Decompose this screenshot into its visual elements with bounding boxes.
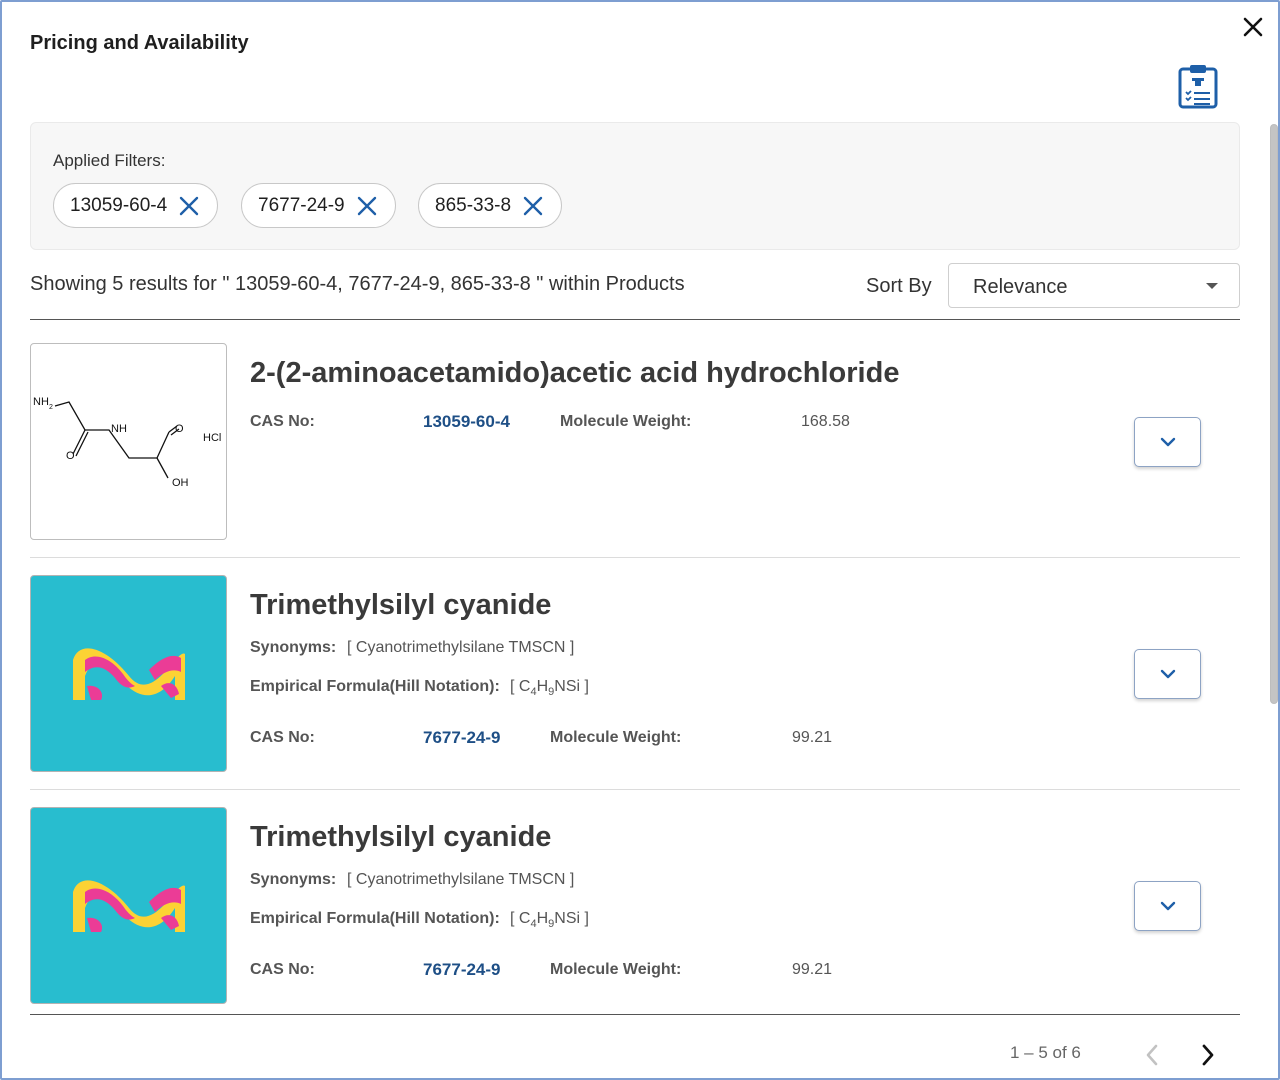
results-bottom-divider [30, 1014, 1240, 1015]
molecule-weight-value: 168.58 [801, 413, 850, 430]
molecule-weight-label: Molecule Weight: [550, 961, 682, 978]
synonyms-value: [ Cyanotrimethylsilane TMSCN ] [347, 871, 575, 888]
atom-label: O [66, 450, 75, 462]
empirical-formula-value: [ C4H9NSi ] [510, 678, 589, 699]
chevron-down-icon [1160, 901, 1176, 911]
cas-label: CAS No: [250, 413, 315, 430]
sort-by-label: Sort By [866, 275, 932, 297]
chevron-down-icon [1160, 669, 1176, 679]
synonyms-label: Synonyms: [250, 639, 337, 656]
pagination-range: 1 – 5 of 6 [1010, 1043, 1081, 1062]
synonyms-value: [ Cyanotrimethylsilane TMSCN ] [347, 639, 575, 656]
product-name[interactable]: 2-(2-aminoacetamido)acetic acid hydrochl… [250, 357, 899, 390]
atom-label: NH [111, 423, 127, 435]
cas-link[interactable]: 7677-24-9 [423, 728, 501, 748]
chevron-left-icon [1146, 1044, 1158, 1066]
atom-label-subscript: 2 [49, 404, 53, 411]
expand-product-button[interactable] [1134, 649, 1201, 699]
expand-product-button[interactable] [1134, 417, 1201, 467]
brand-logo-image [30, 575, 227, 772]
cas-link[interactable]: 7677-24-9 [423, 960, 501, 980]
expand-product-button[interactable] [1134, 881, 1201, 931]
atom-label: NH [33, 396, 49, 408]
previous-page-button[interactable] [1140, 1040, 1164, 1070]
chevron-right-icon [1202, 1044, 1214, 1066]
close-icon [1243, 17, 1263, 37]
filter-chip: 13059-60-4 [53, 183, 219, 228]
results-summary: Showing 5 results for " 13059-60-4, 7677… [30, 273, 685, 295]
atom-label: HCl [203, 432, 221, 444]
product-row: Trimethylsilyl cyanide Synonyms: [ Cyano… [30, 807, 1240, 1007]
pricing-availability-dialog: Pricing and Availability Applied Filters… [0, 0, 1280, 1080]
molecule-weight-value: 99.21 [792, 961, 833, 978]
chevron-down-icon [1160, 437, 1176, 447]
clipboard-list-icon [1178, 65, 1218, 109]
results-scrollbar[interactable] [1268, 120, 1278, 710]
filter-chip: 7677-24-9 [241, 183, 396, 228]
applied-filters-panel: Applied Filters: 13059-60-4 7677-24-9 86… [30, 122, 1240, 250]
results-divider [30, 319, 1240, 320]
molecule-weight-label: Molecule Weight: [560, 413, 692, 430]
filter-chip-label: 865-33-8 [435, 194, 512, 216]
brand-m-logo [73, 880, 185, 932]
product-name[interactable]: Trimethylsilyl cyanide [250, 589, 551, 622]
brand-logo-image [30, 807, 227, 1004]
sort-by-value: Relevance [973, 276, 1068, 298]
caret-down-icon [1206, 283, 1218, 289]
empirical-formula-value: [ C4H9NSi ] [510, 910, 589, 931]
product-divider [30, 789, 1240, 790]
sort-by-select[interactable]: Relevance [948, 263, 1240, 308]
cas-label: CAS No: [250, 961, 315, 978]
cas-link[interactable]: 13059-60-4 [423, 412, 510, 432]
filter-chip: 865-33-8 [418, 183, 563, 228]
product-divider [30, 557, 1240, 558]
next-page-button[interactable] [1196, 1040, 1220, 1070]
chemical-structure-diagram: NH 2 NH O O OH HCl [33, 396, 221, 489]
cas-label: CAS No: [250, 729, 315, 746]
filter-chip-label: 13059-60-4 [70, 194, 168, 216]
product-row: NH 2 NH O O OH HCl 2-(2-aminoacetamido)a… [30, 343, 1240, 543]
atom-label: O [175, 423, 184, 435]
applied-filters-label: Applied Filters: [53, 151, 166, 170]
molecule-weight-label: Molecule Weight: [550, 729, 682, 746]
chip-remove-icon[interactable] [355, 194, 379, 218]
brand-m-logo [73, 648, 185, 700]
product-row: Trimethylsilyl cyanide Synonyms: [ Cyano… [30, 575, 1240, 775]
dialog-title: Pricing and Availability [30, 32, 249, 54]
product-structure-image: NH 2 NH O O OH HCl [30, 343, 227, 540]
atom-label: OH [172, 477, 189, 489]
empirical-formula-label: Empirical Formula(Hill Notation): [250, 910, 500, 927]
quick-order-clipboard-button[interactable] [1176, 62, 1220, 110]
close-button[interactable] [1236, 10, 1270, 44]
empirical-formula-label: Empirical Formula(Hill Notation): [250, 678, 500, 695]
synonyms-label: Synonyms: [250, 871, 337, 888]
chip-remove-icon[interactable] [177, 194, 201, 218]
chip-remove-icon[interactable] [521, 194, 545, 218]
product-name[interactable]: Trimethylsilyl cyanide [250, 821, 551, 854]
filter-chip-label: 7677-24-9 [258, 194, 345, 216]
molecule-weight-value: 99.21 [792, 729, 833, 746]
